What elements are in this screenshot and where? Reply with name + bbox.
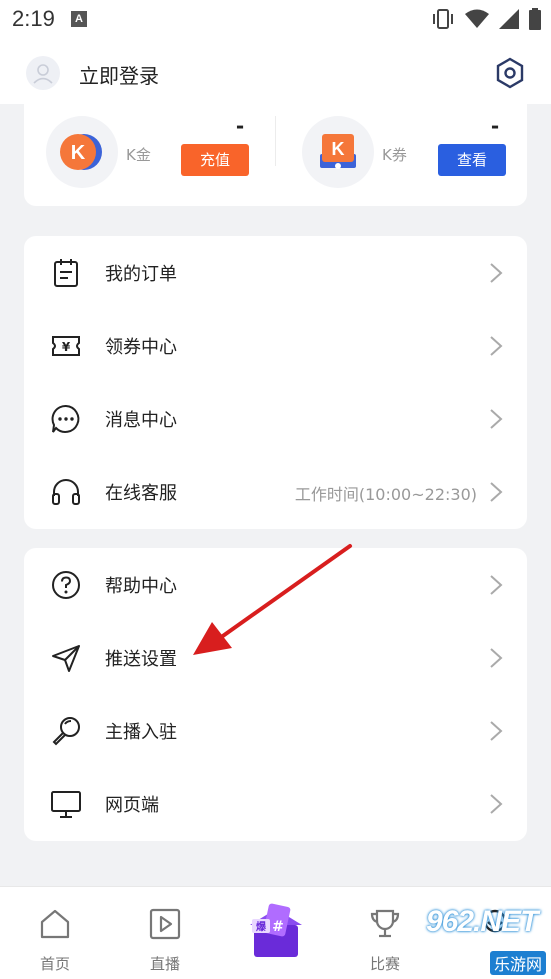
- k-coupon-label: K券: [382, 146, 407, 164]
- status-time: 2:19: [12, 6, 55, 31]
- tab-center-promo[interactable]: 爆 #: [220, 887, 330, 979]
- tab-label-home: 首页: [39, 955, 70, 973]
- settings-hex-icon: [496, 57, 524, 89]
- status-bar: 2:19 A: [0, 0, 551, 40]
- chevron-right-icon: [490, 263, 503, 283]
- menu-item-web[interactable]: 网页端: [24, 767, 527, 840]
- k-coupon-icon: K: [320, 134, 356, 169]
- menu-group-1: 我的订单 ¥ 领券中心 消息中心 在线客服 工作时间(10:00~22:30): [24, 236, 527, 529]
- message-icon: [51, 404, 80, 433]
- menu-label-push: 推送设置: [105, 649, 177, 670]
- settings-button[interactable]: [493, 56, 527, 90]
- menu-label-orders: 我的订单: [105, 264, 177, 285]
- view-coupon-button[interactable]: 查看: [438, 144, 506, 176]
- home-icon: [40, 909, 70, 939]
- svg-text:K: K: [71, 142, 86, 164]
- k-gold-coin: K: [46, 116, 118, 188]
- k-gold-value: -: [235, 114, 245, 138]
- k-coupon-value: -: [490, 114, 500, 138]
- k-gold-item: K K金 - 充值: [24, 108, 264, 188]
- k-gold-icon: K: [60, 134, 102, 170]
- vibrate-icon: [433, 9, 453, 29]
- menu-label-coupons: 领券中心: [105, 337, 177, 358]
- send-icon: [52, 645, 80, 672]
- menu-item-coupons[interactable]: ¥ 领券中心: [24, 309, 527, 382]
- watermark-text: 962.NET: [426, 905, 538, 938]
- header-bar: 立即登录: [0, 40, 551, 104]
- monitor-icon: [51, 791, 81, 818]
- notification-badge-icon: A: [71, 11, 87, 27]
- menu-group-2: 帮助中心 推送设置 主播入驻 网页端: [24, 548, 527, 841]
- svg-text:K: K: [332, 139, 345, 159]
- svg-text:¥: ¥: [62, 340, 71, 354]
- menu-label-messages: 消息中心: [105, 410, 177, 431]
- menu-item-help[interactable]: 帮助中心: [24, 548, 527, 621]
- svg-text:#: #: [272, 919, 284, 935]
- wifi-icon: [465, 9, 489, 28]
- battery-icon: [529, 8, 541, 30]
- login-link[interactable]: 立即登录: [79, 60, 159, 89]
- support-hours: 工作时间(10:00~22:30): [294, 485, 477, 504]
- headset-icon: [52, 479, 80, 505]
- signal-icon: [499, 9, 519, 29]
- menu-label-streamer: 主播入驻: [105, 722, 177, 743]
- chevron-right-icon: [490, 648, 503, 668]
- chevron-right-icon: [490, 409, 503, 429]
- status-icons: [431, 6, 541, 32]
- default-avatar-icon: [33, 64, 53, 84]
- chevron-right-icon: [490, 575, 503, 595]
- menu-item-messages[interactable]: 消息中心: [24, 382, 527, 455]
- watermark: 962.NET 乐游网: [420, 905, 546, 979]
- help-icon: [52, 571, 80, 599]
- tab-home[interactable]: 首页: [0, 887, 110, 979]
- chevron-right-icon: [490, 721, 503, 741]
- menu-label-web: 网页端: [105, 795, 159, 816]
- watermark-sub: 乐游网: [490, 951, 546, 975]
- menu-item-push[interactable]: 推送设置: [24, 621, 527, 694]
- order-icon: [54, 259, 78, 287]
- avatar[interactable]: [26, 56, 60, 90]
- chevron-right-icon: [490, 482, 503, 502]
- tab-label-live: 直播: [149, 955, 180, 973]
- wallet-divider: [275, 116, 276, 166]
- menu-label-help: 帮助中心: [105, 576, 177, 597]
- menu-item-streamer[interactable]: 主播入驻: [24, 694, 527, 767]
- play-icon: [149, 908, 181, 940]
- trophy-icon: [370, 909, 400, 938]
- coupon-icon: ¥: [52, 336, 80, 356]
- wallet-card: K K金 - 充值 K K券 - 查看: [24, 96, 527, 206]
- chevron-right-icon: [490, 336, 503, 356]
- tab-live[interactable]: 直播: [110, 887, 220, 979]
- menu-item-orders[interactable]: 我的订单: [24, 236, 527, 309]
- menu-item-support[interactable]: 在线客服 工作时间(10:00~22:30): [24, 455, 527, 528]
- svg-text:爆: 爆: [256, 920, 267, 933]
- recharge-button[interactable]: 充值: [181, 144, 249, 176]
- k-gold-label: K金: [126, 146, 151, 164]
- menu-label-support: 在线客服: [105, 483, 177, 504]
- center-promo-icon: 爆 #: [250, 903, 302, 957]
- k-coupon-coin: K: [302, 116, 374, 188]
- k-coupon-item: K K券 - 查看: [280, 108, 520, 188]
- streamer-icon: [52, 717, 80, 746]
- chevron-right-icon: [490, 794, 503, 814]
